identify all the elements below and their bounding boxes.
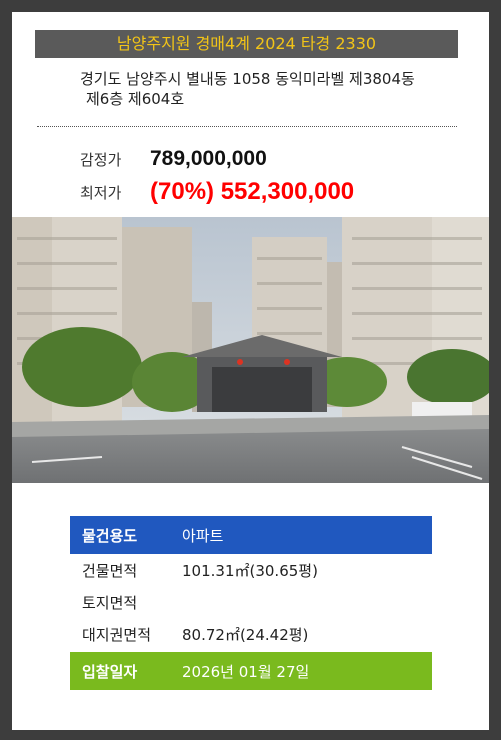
minimum-label: 최저가	[80, 183, 122, 202]
building-area-row: 건물면적 101.31㎡(30.65평)	[70, 554, 432, 586]
building-area-value: 101.31㎡(30.65평)	[182, 561, 318, 580]
land-area-row: 토지면적	[70, 586, 432, 618]
property-address: 경기도 남양주시 별내동 1058 동익미라벨 제3804동 제6층 제604호	[80, 69, 480, 109]
usage-value: 아파트	[182, 526, 224, 545]
case-title: 남양주지원 경매4계 2024 타경 2330	[35, 30, 458, 58]
land-right-value: 80.72㎡(24.42평)	[182, 625, 309, 644]
dotted-divider	[37, 126, 457, 127]
appraisal-price-row: 감정가 789,000,000	[80, 145, 267, 173]
address-line-2: 제6층 제604호	[86, 90, 185, 108]
land-area-label: 토지면적	[82, 593, 138, 612]
building-area-label: 건물면적	[82, 561, 138, 580]
address-line-1: 경기도 남양주시 별내동 1058 동익미라벨 제3804동	[80, 70, 415, 88]
minimum-price-row: 최저가 (70%) 552,300,000	[80, 178, 354, 206]
minimum-value: (70%) 552,300,000	[150, 178, 355, 205]
property-details: 물건용도 아파트 건물면적 101.31㎡(30.65평) 토지면적 대지권면적…	[70, 516, 432, 690]
bid-date-label: 입찰일자	[82, 662, 138, 681]
appraisal-label: 감정가	[80, 150, 122, 169]
usage-row: 물건용도 아파트	[70, 516, 432, 554]
land-right-row: 대지권면적 80.72㎡(24.42평)	[70, 618, 432, 650]
appraisal-value: 789,000,000	[150, 147, 267, 170]
property-photo	[12, 217, 489, 483]
bid-date-row: 입찰일자 2026년 01월 27일	[70, 652, 432, 690]
usage-label: 물건용도	[82, 526, 138, 545]
auction-card: 남양주지원 경매4계 2024 타경 2330 경기도 남양주시 별내동 105…	[12, 12, 489, 730]
bid-date-value: 2026년 01월 27일	[182, 662, 310, 681]
land-right-label: 대지권면적	[82, 625, 152, 644]
